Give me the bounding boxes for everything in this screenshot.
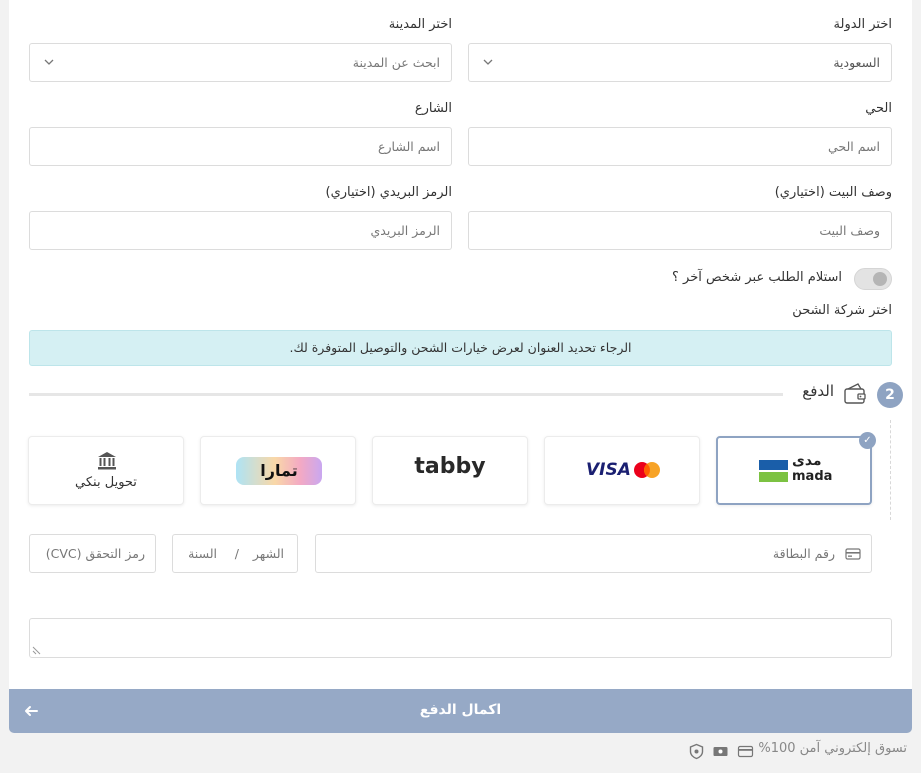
notes-textarea[interactable] [29, 618, 892, 658]
tabby-option[interactable]: tabby [372, 436, 528, 505]
wallet-icon [844, 383, 866, 404]
country-value: السعودية [833, 55, 880, 70]
bank-icon [98, 452, 116, 470]
complete-payment-label: اكمال الدفع [419, 702, 502, 718]
card-number-placeholder: رقم البطاقة [772, 546, 835, 561]
house-label: وصف البيت (اختياري) [774, 185, 892, 200]
check-icon: ✓ [859, 432, 876, 449]
house-input[interactable]: وصف البيت [468, 211, 892, 250]
complete-payment-button[interactable]: اكمال الدفع [9, 689, 912, 733]
bank-transfer-option[interactable]: تحويل بنكي [28, 436, 184, 505]
city-select[interactable]: ابحث عن المدينة [29, 43, 452, 82]
payment-divider [29, 393, 783, 396]
district-label: الحي [865, 101, 892, 116]
postal-input[interactable]: الرمز البريدي [29, 211, 452, 250]
mastercard-icon [634, 462, 660, 478]
visa-logo: VISA [586, 460, 631, 480]
chevron-down-icon [483, 59, 493, 65]
card-number-input[interactable]: رقم البطاقة [315, 534, 872, 573]
arrow-left-icon [25, 706, 38, 716]
street-input[interactable]: اسم الشارع [29, 127, 452, 166]
checkout-form: اختر الدولة اختر المدينة السعودية ابحث ع… [9, 0, 912, 689]
visa-mastercard-option[interactable]: VISA [544, 436, 700, 505]
tamara-logo-text: تمارا [260, 461, 298, 480]
city-label: اختر المدينة [388, 17, 452, 32]
mada-logo-en: mada [792, 469, 833, 484]
street-placeholder: اسم الشارع [378, 139, 440, 154]
cash-icon [713, 747, 728, 756]
street-label: الشارع [414, 101, 452, 116]
shipping-notice: الرجاء تحديد العنوان لعرض خيارات الشحن و… [29, 330, 892, 366]
toggle-knob [873, 272, 887, 286]
shipping-label: اختر شركة الشحن [792, 303, 892, 318]
shield-icon [689, 743, 704, 760]
house-placeholder: وصف البيت [819, 223, 880, 238]
expiry-input[interactable]: الشهر / السنة [172, 534, 298, 573]
step-badge: 2 [877, 382, 903, 408]
chevron-down-icon [44, 59, 54, 65]
postal-placeholder: الرمز البريدي [370, 223, 440, 238]
step-connector [890, 420, 891, 520]
credit-card-icon [845, 548, 861, 560]
mada-logo-ar: مدى [792, 453, 822, 469]
tabby-logo: tabby [414, 454, 486, 479]
postal-label: الرمز البريدي (اختياري) [325, 185, 452, 200]
resize-handle-icon[interactable] [32, 646, 41, 655]
other-person-label: استلام الطلب عبر شخص آخر ؟ [672, 270, 842, 285]
credit-card-icon [737, 745, 754, 758]
expiry-year: السنة [188, 546, 217, 561]
city-placeholder: ابحث عن المدينة [352, 55, 440, 70]
other-person-toggle[interactable] [854, 268, 892, 290]
payment-title: الدفع [802, 382, 834, 400]
country-label: اختر الدولة [833, 17, 892, 32]
bank-transfer-label: تحويل بنكي [75, 475, 137, 490]
country-select[interactable]: السعودية [468, 43, 892, 82]
secure-shopping-text: تسوق إلكتروني آمن 100% [758, 741, 907, 756]
cvc-input[interactable]: (CVC) رمز التحقق [29, 534, 156, 573]
tamara-option[interactable]: تمارا [200, 436, 356, 505]
tamara-logo: تمارا [236, 457, 322, 485]
district-placeholder: اسم الحي [827, 139, 880, 154]
district-input[interactable]: اسم الحي [468, 127, 892, 166]
cvc-placeholder: (CVC) رمز التحقق [45, 546, 145, 561]
expiry-separator: / [234, 546, 239, 561]
mada-option[interactable]: ✓ مدى mada [716, 432, 876, 505]
shipping-notice-text: الرجاء تحديد العنوان لعرض خيارات الشحن و… [289, 340, 632, 355]
expiry-month: الشهر [252, 546, 284, 561]
